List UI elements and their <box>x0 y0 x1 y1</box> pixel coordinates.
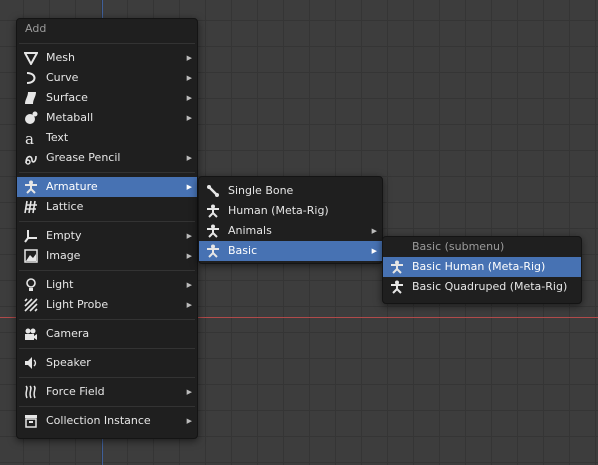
force-field-icon <box>23 384 39 400</box>
menu-item-label: Basic <box>228 244 258 257</box>
menu-item-label: Camera <box>46 327 90 340</box>
menu-item-label: Empty <box>46 229 82 242</box>
basic-item-basic-human-meta-rig[interactable]: Basic Human (Meta-Rig) <box>383 257 581 277</box>
menu-item-label: Surface <box>46 91 88 104</box>
submenu-arrow-icon: ▶ <box>186 417 192 425</box>
image-icon <box>23 248 39 264</box>
submenu-arrow-icon: ▶ <box>186 301 192 309</box>
menu-item-light-probe[interactable]: Light Probe ▶ <box>17 295 197 315</box>
menu-item-label: Single Bone <box>228 184 294 197</box>
separator <box>19 270 195 271</box>
speaker-icon <box>23 355 39 371</box>
menu-item-label: Armature <box>46 180 98 193</box>
basic-item-basic-quadruped-meta-rig[interactable]: Basic Quadruped (Meta-Rig) <box>383 277 581 297</box>
separator <box>19 348 195 349</box>
menu-item-label: Grease Pencil <box>46 151 121 164</box>
submenu-arrow-icon: ▶ <box>186 74 192 82</box>
menu-item-label: Light <box>46 278 74 291</box>
menu-item-label: Image <box>46 249 81 262</box>
separator <box>19 406 195 407</box>
submenu-arrow-icon: ▶ <box>186 114 192 122</box>
submenu-arrow-icon: ▶ <box>186 232 192 240</box>
camera-icon <box>23 326 39 342</box>
armature-icon <box>23 179 39 195</box>
menu-item-label: Human (Meta-Rig) <box>228 204 329 217</box>
armature-item-human-meta-rig[interactable]: Human (Meta-Rig) <box>199 201 382 221</box>
submenu-arrow-icon: ▶ <box>371 247 377 255</box>
menu-item-force-field[interactable]: Force Field ▶ <box>17 382 197 402</box>
light-probe-icon <box>23 297 39 313</box>
menu-title: Add <box>25 22 47 35</box>
menu-item-curve[interactable]: Curve ▶ <box>17 68 197 88</box>
menu-item-camera[interactable]: Camera <box>17 324 197 344</box>
submenu-title: Basic (submenu) <box>412 240 505 253</box>
collection-icon <box>23 413 39 429</box>
menu-item-label: Mesh <box>46 51 75 64</box>
separator <box>19 221 195 222</box>
menu-item-label: Basic Human (Meta-Rig) <box>412 260 546 273</box>
menu-item-lattice[interactable]: Lattice <box>17 197 197 217</box>
menu-item-surface[interactable]: Surface ▶ <box>17 88 197 108</box>
svg-text:a: a <box>25 131 34 145</box>
lattice-icon <box>23 199 39 215</box>
text-icon: a <box>23 130 39 146</box>
armature-item-basic[interactable]: Basic ▶ <box>199 241 382 261</box>
armature-item-single-bone[interactable]: Single Bone <box>199 181 382 201</box>
armature-icon <box>205 223 221 239</box>
surface-icon <box>23 90 39 106</box>
submenu-arrow-icon: ▶ <box>186 388 192 396</box>
separator <box>19 172 195 173</box>
grease-pencil-icon <box>23 150 39 166</box>
separator <box>19 43 195 44</box>
armature-icon <box>389 259 405 275</box>
submenu-arrow-icon: ▶ <box>186 183 192 191</box>
submenu-arrow-icon: ▶ <box>186 252 192 260</box>
menu-item-label: Speaker <box>46 356 91 369</box>
separator <box>19 377 195 378</box>
bone-icon <box>205 183 221 199</box>
menu-item-speaker[interactable]: Speaker <box>17 353 197 373</box>
menu-item-label: Curve <box>46 71 79 84</box>
menu-item-image[interactable]: Image ▶ <box>17 246 197 266</box>
submenu-arrow-icon: ▶ <box>186 281 192 289</box>
menu-item-label: Lattice <box>46 200 84 213</box>
menu-item-label: Force Field <box>46 385 105 398</box>
metaball-icon <box>23 110 39 126</box>
menu-item-text[interactable]: a Text <box>17 128 197 148</box>
menu-item-armature[interactable]: Armature ▶ <box>17 177 197 197</box>
armature-icon <box>205 243 221 259</box>
menu-item-grease-pencil[interactable]: Grease Pencil ▶ <box>17 148 197 168</box>
separator <box>19 319 195 320</box>
armature-submenu: Single Bone Human (Meta-Rig) Animals ▶ Basic… <box>198 176 383 264</box>
menu-item-label: Text <box>46 131 69 144</box>
menu-item-label: Animals <box>228 224 272 237</box>
menu-item-metaball[interactable]: Metaball ▶ <box>17 108 197 128</box>
submenu-arrow-icon: ▶ <box>186 94 192 102</box>
armature-item-animals[interactable]: Animals ▶ <box>199 221 382 241</box>
add-menu: Add Mesh ▶ Curve ▶ Surface ▶ Metaball ▶ a Text Gre… <box>16 18 198 439</box>
submenu-arrow-icon: ▶ <box>186 154 192 162</box>
mesh-icon <box>23 50 39 66</box>
menu-item-label: Basic Quadruped (Meta-Rig) <box>412 280 568 293</box>
submenu-arrow-icon: ▶ <box>186 54 192 62</box>
menu-item-collection-instance[interactable]: Collection Instance ▶ <box>17 411 197 431</box>
submenu-arrow-icon: ▶ <box>371 227 377 235</box>
menu-item-empty[interactable]: Empty ▶ <box>17 226 197 246</box>
curve-icon <box>23 70 39 86</box>
menu-item-label: Metaball <box>46 111 94 124</box>
menu-item-light[interactable]: Light ▶ <box>17 275 197 295</box>
armature-icon <box>205 203 221 219</box>
menu-item-mesh[interactable]: Mesh ▶ <box>17 48 197 68</box>
armature-icon <box>389 279 405 295</box>
menu-item-label: Light Probe <box>46 298 109 311</box>
light-icon <box>23 277 39 293</box>
empty-icon <box>23 228 39 244</box>
basic-submenu: Basic (submenu) Basic Human (Meta-Rig) Ba… <box>382 236 582 304</box>
menu-item-label: Collection Instance <box>46 414 151 427</box>
